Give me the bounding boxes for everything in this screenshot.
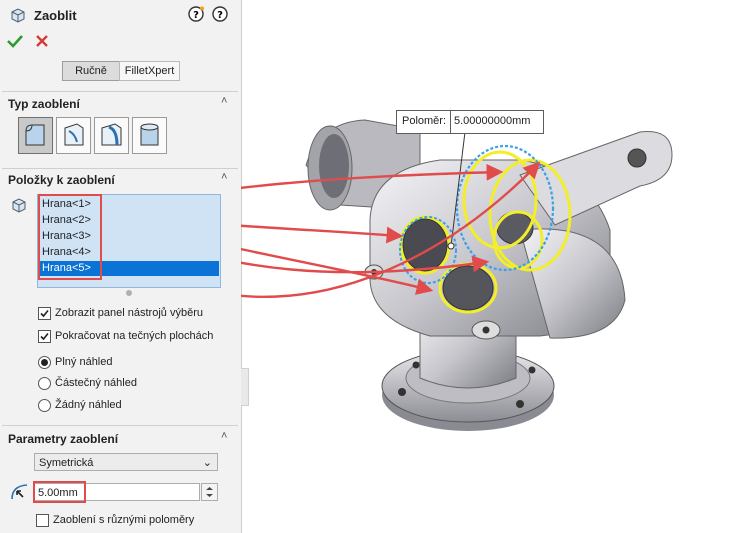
face-fillet-icon xyxy=(101,123,122,146)
callout-anchor xyxy=(447,242,455,250)
constant-fillet-icon xyxy=(25,124,45,146)
face-fillet-button[interactable] xyxy=(94,117,129,154)
radius-callout[interactable]: Poloměr: 5.00000000mm xyxy=(396,110,544,134)
partial-preview-radio[interactable] xyxy=(38,377,51,390)
highlight-box xyxy=(33,481,86,503)
section-divider xyxy=(2,168,238,169)
collapse-chevron-icon[interactable]: ˄ xyxy=(221,171,227,183)
multi-radius-checkbox[interactable] xyxy=(36,514,49,527)
constant-size-fillet-button[interactable] xyxy=(18,117,53,154)
variable-size-fillet-button[interactable] xyxy=(56,117,91,154)
filletxpert-tab-button[interactable]: FilletXpert xyxy=(119,61,180,81)
help-icon[interactable]: ? xyxy=(212,6,228,25)
full-preview-radio[interactable] xyxy=(38,356,51,369)
show-toolbar-label: Zobrazit panel nástrojů výběru xyxy=(55,307,203,319)
section-divider xyxy=(2,91,238,92)
items-section-title: Položky k zaoblení xyxy=(8,173,115,187)
multi-radius-label: Zaoblení s různými poloměry xyxy=(53,514,195,526)
panel-title: Zaoblit xyxy=(34,8,77,23)
partial-preview-label: Částečný náhled xyxy=(55,377,137,389)
whats-new-help-icon[interactable]: ? xyxy=(188,6,204,25)
radius-icon xyxy=(9,481,31,504)
variable-fillet-icon xyxy=(64,123,84,146)
tangent-propagation-checkbox[interactable] xyxy=(38,330,51,343)
type-section-title: Typ zaoblení xyxy=(8,97,80,111)
callout-divider xyxy=(450,111,451,133)
section-divider xyxy=(2,425,238,426)
manual-tab-button[interactable]: Ručně xyxy=(62,61,120,81)
callout-label: Poloměr: xyxy=(402,115,447,127)
callout-value[interactable]: 5.00000000mm xyxy=(454,115,530,127)
svg-text:?: ? xyxy=(193,10,199,21)
ok-check-icon[interactable] xyxy=(7,34,23,51)
tangent-propagation-label: Pokračovat na tečných plochách xyxy=(55,330,214,342)
svg-text:?: ? xyxy=(217,10,223,21)
radius-spinner[interactable] xyxy=(201,483,218,501)
highlight-box xyxy=(38,194,102,280)
chevron-down-icon: ⌄ xyxy=(202,457,212,469)
profile-value: Symetrická xyxy=(39,457,94,469)
part-model[interactable] xyxy=(305,119,673,431)
graphics-viewport[interactable] xyxy=(241,0,750,533)
show-toolbar-checkbox[interactable] xyxy=(38,307,51,320)
full-preview-label: Plný náhled xyxy=(55,356,113,368)
no-preview-radio[interactable] xyxy=(38,399,51,412)
profile-dropdown[interactable]: Symetrická ⌄ xyxy=(34,453,218,471)
resize-handle[interactable] xyxy=(126,290,132,296)
full-round-fillet-button[interactable] xyxy=(132,117,167,154)
edge-selection-icon xyxy=(10,196,28,217)
params-section-title: Parametry zaoblení xyxy=(8,432,119,446)
full-round-fillet-icon xyxy=(140,123,159,146)
property-manager-panel: Zaoblit ? ? Ručně FilletXpert Typ zaoble… xyxy=(0,0,242,533)
no-preview-label: Žádný náhled xyxy=(55,399,122,411)
cancel-x-icon[interactable] xyxy=(35,34,49,51)
fillet-feature-icon xyxy=(9,6,27,27)
collapse-chevron-icon[interactable]: ˄ xyxy=(221,430,227,442)
collapse-chevron-icon[interactable]: ˄ xyxy=(221,95,227,107)
